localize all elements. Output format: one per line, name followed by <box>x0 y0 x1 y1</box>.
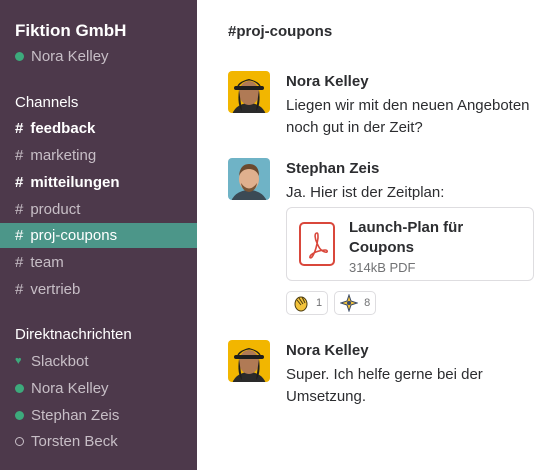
message-text: Liegen wir mit den neuen Angeboten noch … <box>286 97 530 136</box>
message: Nora Kelley Super. Ich helfe gerne bei d… <box>228 340 548 410</box>
clap-icon <box>294 296 308 312</box>
heart-icon: ♥ <box>15 355 22 367</box>
pdf-icon <box>299 222 335 266</box>
dm-heading[interactable]: Direktnachrichten <box>15 326 132 343</box>
sidebar-item-mitteilungen[interactable]: # mitteilungen <box>0 170 197 195</box>
reaction-count: 1 <box>316 297 323 309</box>
channel-label: product <box>30 201 81 218</box>
hash-icon: # <box>15 254 24 271</box>
dm-label: Torsten Beck <box>31 433 118 450</box>
dm-item-nora-kelley[interactable]: Nora Kelley <box>0 376 197 401</box>
presence-online-icon <box>15 411 24 420</box>
presence-offline-icon <box>15 437 24 446</box>
dm-label: Stephan Zeis <box>31 407 120 424</box>
hash-icon: # <box>15 174 24 191</box>
channels-heading[interactable]: Channels <box>15 94 78 111</box>
message: Stephan Zeis Ja. Hier ist der Zeitplan: … <box>228 158 548 333</box>
dm-label: Nora Kelley <box>31 380 109 397</box>
sidebar: Fiktion GmbH Nora Kelley Channels # feed… <box>0 0 197 470</box>
sidebar-item-team[interactable]: # team <box>0 250 197 275</box>
sidebar-item-product[interactable]: # product <box>0 197 197 222</box>
sparkle-icon <box>340 294 359 312</box>
dm-item-stephan-zeis[interactable]: Stephan Zeis <box>0 403 197 428</box>
team-name[interactable]: Fiktion GmbH <box>15 21 126 41</box>
avatar-stephan-zeis[interactable] <box>228 158 270 200</box>
reaction-clap[interactable]: 1 <box>286 291 329 315</box>
message-text: Ja. Hier ist der Zeitplan: <box>286 184 445 201</box>
hash-icon: # <box>15 201 24 218</box>
sidebar-item-feedback[interactable]: # feedback <box>0 116 197 141</box>
message-author[interactable]: Nora Kelley <box>286 73 369 90</box>
current-user[interactable]: Nora Kelley <box>15 48 109 65</box>
message: Nora Kelley Liegen wir mit den neuen Ang… <box>228 71 548 141</box>
file-meta: 314kB PDF <box>349 260 416 275</box>
message-text: Super. Ich helfe gerne bei der Umsetzung… <box>286 366 483 405</box>
presence-online-icon <box>15 52 24 61</box>
avatar-nora-kelley[interactable] <box>228 340 270 382</box>
sidebar-item-proj-coupons[interactable]: # proj-coupons <box>0 223 197 248</box>
presence-online-icon <box>15 384 24 393</box>
message-author[interactable]: Stephan Zeis <box>286 160 379 177</box>
channel-label: feedback <box>30 120 96 137</box>
hash-icon: # <box>15 147 24 164</box>
hash-icon: # <box>15 227 24 244</box>
channel-label: vertrieb <box>30 281 81 298</box>
dm-item-slackbot[interactable]: ♥ Slackbot <box>0 349 197 374</box>
channel-label: mitteilungen <box>30 174 120 191</box>
hash-icon: # <box>15 281 24 298</box>
reactions: 1 8 <box>286 291 377 315</box>
message-pane: #proj-coupons Nora Kelley Liegen wir mit… <box>197 0 550 470</box>
hash-icon: # <box>15 120 24 137</box>
current-user-name: Nora Kelley <box>31 48 109 65</box>
message-author[interactable]: Nora Kelley <box>286 342 369 359</box>
sidebar-item-marketing[interactable]: # marketing <box>0 143 197 168</box>
channel-label: team <box>30 254 64 271</box>
channel-label: marketing <box>30 147 97 164</box>
channel-label: proj-coupons <box>30 227 118 244</box>
sidebar-item-vertrieb[interactable]: # vertrieb <box>0 277 197 302</box>
dm-label: Slackbot <box>31 353 89 370</box>
file-name[interactable]: Launch-Plan für Coupons <box>349 218 529 258</box>
dm-item-torsten-beck[interactable]: Torsten Beck <box>0 429 197 454</box>
reaction-count: 8 <box>364 297 371 309</box>
channel-title[interactable]: #proj-coupons <box>228 23 332 40</box>
avatar-nora-kelley[interactable] <box>228 71 270 113</box>
file-attachment[interactable]: Launch-Plan für Coupons 314kB PDF <box>286 207 534 281</box>
reaction-sparkle[interactable]: 8 <box>334 291 377 315</box>
